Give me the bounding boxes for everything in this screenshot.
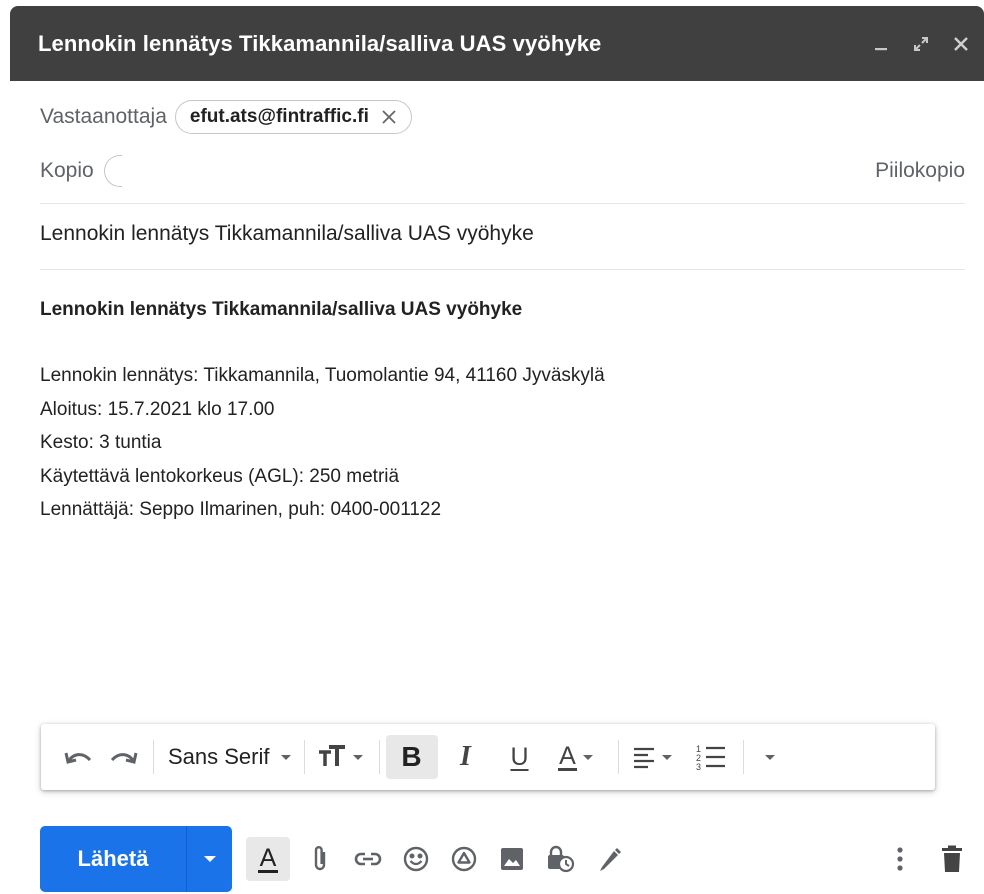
body-line: Kesto: 3 tuntia xyxy=(40,432,162,453)
body-line: Aloitus: 15.7.2021 klo 17.00 xyxy=(40,398,275,420)
separator xyxy=(742,740,744,774)
divider xyxy=(40,269,965,270)
to-label: Vastaanottaja xyxy=(40,105,167,128)
more-options-icon[interactable] xyxy=(878,837,922,881)
compose-title: Lennokin lennätys Tikkamannila/salliva U… xyxy=(38,30,602,56)
chevron-down-icon xyxy=(582,755,593,760)
chevron-down-icon xyxy=(280,755,291,760)
format-toggle-glyph: A xyxy=(257,843,279,873)
body-line: Lennättäjä: Seppo Ilmarinen, puh: 0400-0… xyxy=(40,499,442,520)
text-color-glyph: A xyxy=(558,741,577,771)
bcc-link[interactable]: Piilokopio xyxy=(875,159,965,183)
body-line: Käytettävä lentokorkeus (AGL): 250 metri… xyxy=(40,465,400,487)
font-size-icon[interactable] xyxy=(311,735,373,779)
underline-glyph: U xyxy=(510,742,529,771)
signature-icon[interactable] xyxy=(586,837,630,881)
more-formatting-icon[interactable] xyxy=(750,735,790,779)
cc-chip-partial[interactable] xyxy=(103,155,122,187)
recipient-chip[interactable]: efut.ats@fintraffic.fi xyxy=(174,100,412,134)
svg-text:3: 3 xyxy=(696,762,701,771)
compose-actions: Lähetä A xyxy=(40,826,974,892)
send-button[interactable]: Lähetä xyxy=(40,846,186,872)
separator xyxy=(617,740,619,774)
divider xyxy=(40,203,965,204)
separator xyxy=(153,740,154,774)
redo-icon[interactable] xyxy=(101,735,147,779)
text-color-button[interactable]: A xyxy=(546,735,612,779)
body-heading: Lennokin lennätys Tikkamannila/salliva U… xyxy=(40,299,523,320)
to-field[interactable]: Vastaanottaja efut.ats@fintraffic.fi xyxy=(40,96,965,138)
send-button-group: Lähetä xyxy=(40,826,232,892)
align-icon[interactable] xyxy=(625,735,685,779)
formatting-options-button[interactable]: A xyxy=(246,837,290,881)
compose-window: Lennokin lennätys Tikkamannila/salliva U… xyxy=(10,0,984,894)
close-icon[interactable] xyxy=(950,33,972,55)
body-line: Lennokin lennätys: Tikkamannila, Tuomola… xyxy=(40,365,605,386)
confidential-icon[interactable] xyxy=(538,837,582,881)
undo-icon[interactable] xyxy=(55,735,101,779)
font-family-select[interactable]: Sans Serif xyxy=(160,735,298,779)
underline-button[interactable]: U xyxy=(494,735,546,779)
body-lines: Lennokin lennätys: Tikkamannila, Tuomola… xyxy=(40,359,965,527)
bold-glyph: B xyxy=(401,741,422,772)
attach-icon[interactable] xyxy=(298,837,342,881)
compose-titlebar[interactable]: Lennokin lennätys Tikkamannila/salliva U… xyxy=(10,6,984,81)
cc-field[interactable]: Kopio Piilokopio xyxy=(40,150,965,192)
font-family-label: Sans Serif xyxy=(168,744,270,769)
minimize-icon[interactable] xyxy=(870,33,892,55)
italic-button[interactable]: I xyxy=(438,735,494,779)
message-body[interactable]: Lennokin lennätys Tikkamannila/salliva U… xyxy=(40,295,965,527)
expand-icon[interactable] xyxy=(910,33,932,55)
window-controls xyxy=(870,6,972,81)
formatting-toolbar: Sans Serif B I U A 1 2 3 xyxy=(41,724,935,790)
remove-recipient-icon[interactable] xyxy=(379,107,399,127)
subject-field[interactable]: Lennokin lennätys Tikkamannila/salliva U… xyxy=(40,222,534,246)
italic-glyph: I xyxy=(460,741,471,772)
schedule-send-dropdown[interactable] xyxy=(187,826,232,892)
recipient-chip-email: efut.ats@fintraffic.fi xyxy=(189,106,369,127)
cc-label: Kopio xyxy=(40,159,94,182)
separator xyxy=(303,740,305,774)
numbered-list-icon[interactable]: 1 2 3 xyxy=(685,735,737,779)
emoji-icon[interactable] xyxy=(394,837,438,881)
chevron-down-icon xyxy=(203,856,216,862)
drive-icon[interactable] xyxy=(442,837,486,881)
trash-icon[interactable] xyxy=(930,837,974,881)
link-icon[interactable] xyxy=(346,837,390,881)
bold-button[interactable]: B xyxy=(385,735,438,779)
separator xyxy=(378,740,380,774)
bottom-right-actions xyxy=(878,837,974,881)
photo-icon[interactable] xyxy=(490,837,534,881)
